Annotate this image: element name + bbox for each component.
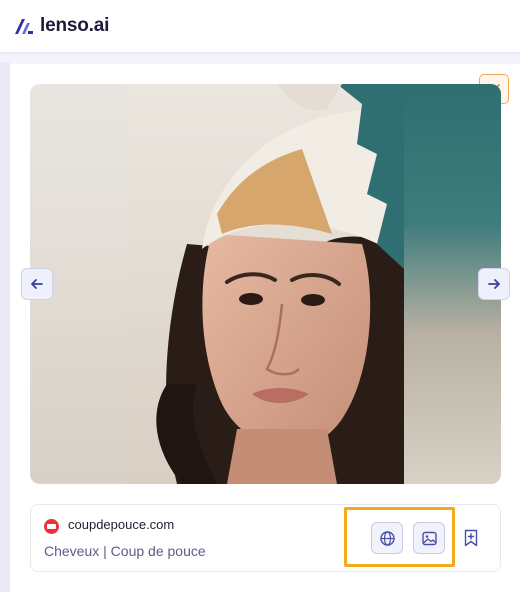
left-sidebar-edge bbox=[0, 62, 10, 592]
bookmark-add-icon bbox=[464, 529, 478, 547]
visit-site-button[interactable] bbox=[371, 522, 403, 554]
portrait-illustration bbox=[127, 84, 404, 484]
source-page-title[interactable]: Cheveux | Coup de pouce bbox=[44, 543, 206, 559]
site-favicon-icon bbox=[44, 519, 59, 534]
image-icon bbox=[421, 531, 437, 545]
logo[interactable]: lenso.ai bbox=[14, 14, 109, 38]
arrow-left-icon bbox=[31, 279, 43, 289]
globe-icon bbox=[379, 530, 395, 546]
previous-image-button[interactable] bbox=[21, 268, 53, 300]
source-domain[interactable]: coupdepouce.com bbox=[68, 517, 174, 532]
top-header: lenso.ai bbox=[0, 0, 520, 53]
arrow-right-icon bbox=[488, 279, 500, 289]
next-image-button[interactable] bbox=[478, 268, 510, 300]
main-result-image[interactable] bbox=[127, 84, 404, 484]
open-image-button[interactable] bbox=[413, 522, 445, 554]
save-bookmark-button[interactable] bbox=[460, 526, 482, 550]
lenso-logo-icon bbox=[15, 19, 33, 34]
image-carousel bbox=[30, 84, 501, 484]
logo-text: lenso.ai bbox=[40, 15, 110, 36]
